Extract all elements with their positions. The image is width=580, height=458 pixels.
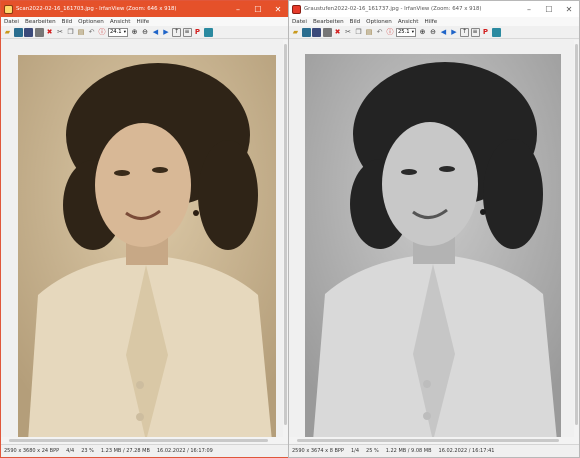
thumbnails-icon[interactable] [301, 27, 311, 37]
close-button[interactable]: ✕ [559, 1, 579, 17]
zoom-out-icon[interactable]: ⊖ [141, 28, 150, 37]
status-zoom: 25 % [366, 448, 379, 454]
maximize-button[interactable]: ☐ [539, 1, 559, 17]
horizontal-scroll-thumb[interactable] [297, 439, 559, 442]
chevron-down-icon: ▾ [123, 29, 126, 35]
paint-icon[interactable]: P [193, 28, 202, 37]
chevron-down-icon: ▾ [411, 29, 414, 35]
print-icon[interactable] [322, 27, 332, 37]
paste-icon[interactable]: ▤ [77, 28, 86, 37]
settings-icon[interactable]: ≡ [182, 27, 192, 37]
menu-bar: Datei Bearbeiten Bild Optionen Ansicht H… [289, 17, 579, 26]
image-canvas[interactable] [1, 40, 288, 444]
print-icon[interactable] [34, 27, 44, 37]
menu-bar: Datei Bearbeiten Bild Optionen Ansicht H… [1, 17, 288, 26]
paint-icon[interactable]: P [481, 28, 490, 37]
delete-icon[interactable]: ✖ [45, 28, 54, 37]
zoom-value: 24.1 [110, 29, 122, 35]
grayscale-portrait-image [305, 54, 561, 441]
menu-bild[interactable]: Bild [350, 19, 361, 25]
slideshow-icon[interactable] [203, 27, 213, 37]
status-dimensions: 2590 x 3674 x 8 BPP [292, 448, 344, 454]
status-datetime: 16.02.2022 / 16:17:09 [156, 448, 213, 454]
menu-bearbeiten[interactable]: Bearbeiten [313, 19, 344, 25]
slideshow-icon[interactable] [491, 27, 501, 37]
toolbar: ▰ ✖ ✂ ❐ ▤ ↶ ⓘ 25.1 ▾ ⊕ ⊖ ◀ ▶ ↑ ≡ P [289, 26, 579, 39]
menu-optionen[interactable]: Optionen [78, 19, 104, 25]
open-folder-icon[interactable]: ▰ [291, 28, 300, 37]
zoom-select[interactable]: 24.1 ▾ [108, 27, 128, 37]
zoom-value: 25.1 [398, 29, 410, 35]
upload-icon[interactable]: ↑ [460, 27, 469, 37]
thumbnails-icon[interactable] [13, 27, 23, 37]
menu-datei[interactable]: Datei [4, 19, 19, 25]
copy-icon[interactable]: ❐ [354, 28, 363, 37]
zoom-out-icon[interactable]: ⊖ [429, 28, 438, 37]
menu-bild[interactable]: Bild [62, 19, 73, 25]
prev-icon[interactable]: ◀ [439, 28, 448, 37]
zoom-in-icon[interactable]: ⊕ [130, 28, 139, 37]
irfanview-app-icon [4, 4, 13, 14]
minimize-button[interactable]: – [228, 1, 248, 17]
status-datetime: 16.02.2022 / 16:17:41 [438, 448, 495, 454]
status-dimensions: 2590 x 3680 x 24 BPP [4, 448, 60, 454]
status-filesize: 1.23 MB / 27.28 MB [100, 448, 150, 454]
status-index: 1/4 [350, 448, 360, 454]
window-title: Graustufen2022-02-16_161737.jpg - IrfanV… [304, 6, 482, 12]
vertical-scrollbar[interactable] [574, 40, 579, 437]
status-bar: 2590 x 3680 x 24 BPP 4/4 23 % 1.23 MB / … [1, 444, 288, 457]
menu-hilfe[interactable]: Hilfe [136, 19, 149, 25]
horizontal-scrollbar[interactable] [289, 437, 579, 444]
horizontal-scroll-thumb[interactable] [9, 439, 268, 442]
title-bar[interactable]: Scan2022-02-16_161703.jpg - IrfanView (Z… [1, 1, 288, 17]
horizontal-scrollbar[interactable] [1, 437, 288, 444]
toolbar: ▰ ✖ ✂ ❐ ▤ ↶ ⓘ 24.1 ▾ ⊕ ⊖ ◀ ▶ ↑ ≡ P [1, 26, 288, 39]
upload-icon[interactable]: ↑ [172, 27, 181, 37]
delete-icon[interactable]: ✖ [333, 28, 342, 37]
sepia-portrait-image [18, 55, 276, 441]
open-folder-icon[interactable]: ▰ [3, 28, 12, 37]
zoom-in-icon[interactable]: ⊕ [418, 28, 427, 37]
menu-hilfe[interactable]: Hilfe [424, 19, 437, 25]
cut-icon[interactable]: ✂ [56, 28, 65, 37]
next-icon[interactable]: ▶ [450, 28, 459, 37]
undo-icon[interactable]: ↶ [375, 28, 384, 37]
prev-icon[interactable]: ◀ [151, 28, 160, 37]
close-button[interactable]: ✕ [268, 1, 288, 17]
menu-bearbeiten[interactable]: Bearbeiten [25, 19, 56, 25]
irfanview-window-grayscale[interactable]: Graustufen2022-02-16_161737.jpg - IrfanV… [288, 0, 580, 458]
save-icon[interactable] [312, 27, 321, 37]
info-icon[interactable]: ⓘ [386, 28, 395, 37]
status-index: 4/4 [66, 448, 75, 454]
vertical-scroll-thumb[interactable] [284, 44, 287, 425]
image-canvas[interactable] [289, 40, 579, 444]
vertical-scroll-thumb[interactable] [575, 44, 578, 425]
menu-optionen[interactable]: Optionen [366, 19, 392, 25]
title-bar[interactable]: Graustufen2022-02-16_161737.jpg - IrfanV… [289, 1, 579, 17]
menu-ansicht[interactable]: Ansicht [398, 19, 419, 25]
menu-ansicht[interactable]: Ansicht [110, 19, 131, 25]
next-icon[interactable]: ▶ [162, 28, 171, 37]
menu-datei[interactable]: Datei [292, 19, 307, 25]
window-title: Scan2022-02-16_161703.jpg - IrfanView (Z… [16, 6, 177, 12]
copy-icon[interactable]: ❐ [66, 28, 75, 37]
status-filesize: 1.22 MB / 9.08 MB [385, 448, 432, 454]
maximize-button[interactable]: ☐ [248, 1, 268, 17]
save-icon[interactable] [24, 27, 33, 37]
irfanview-app-icon [292, 4, 301, 14]
cut-icon[interactable]: ✂ [344, 28, 353, 37]
irfanview-window-sepia[interactable]: Scan2022-02-16_161703.jpg - IrfanView (Z… [0, 0, 289, 458]
settings-icon[interactable]: ≡ [470, 27, 480, 37]
info-icon[interactable]: ⓘ [98, 28, 107, 37]
status-zoom: 23 % [81, 448, 94, 454]
paste-icon[interactable]: ▤ [365, 28, 374, 37]
undo-icon[interactable]: ↶ [87, 28, 96, 37]
minimize-button[interactable]: – [519, 1, 539, 17]
zoom-select[interactable]: 25.1 ▾ [396, 27, 416, 37]
status-bar: 2590 x 3674 x 8 BPP 1/4 25 % 1.22 MB / 9… [289, 444, 579, 457]
